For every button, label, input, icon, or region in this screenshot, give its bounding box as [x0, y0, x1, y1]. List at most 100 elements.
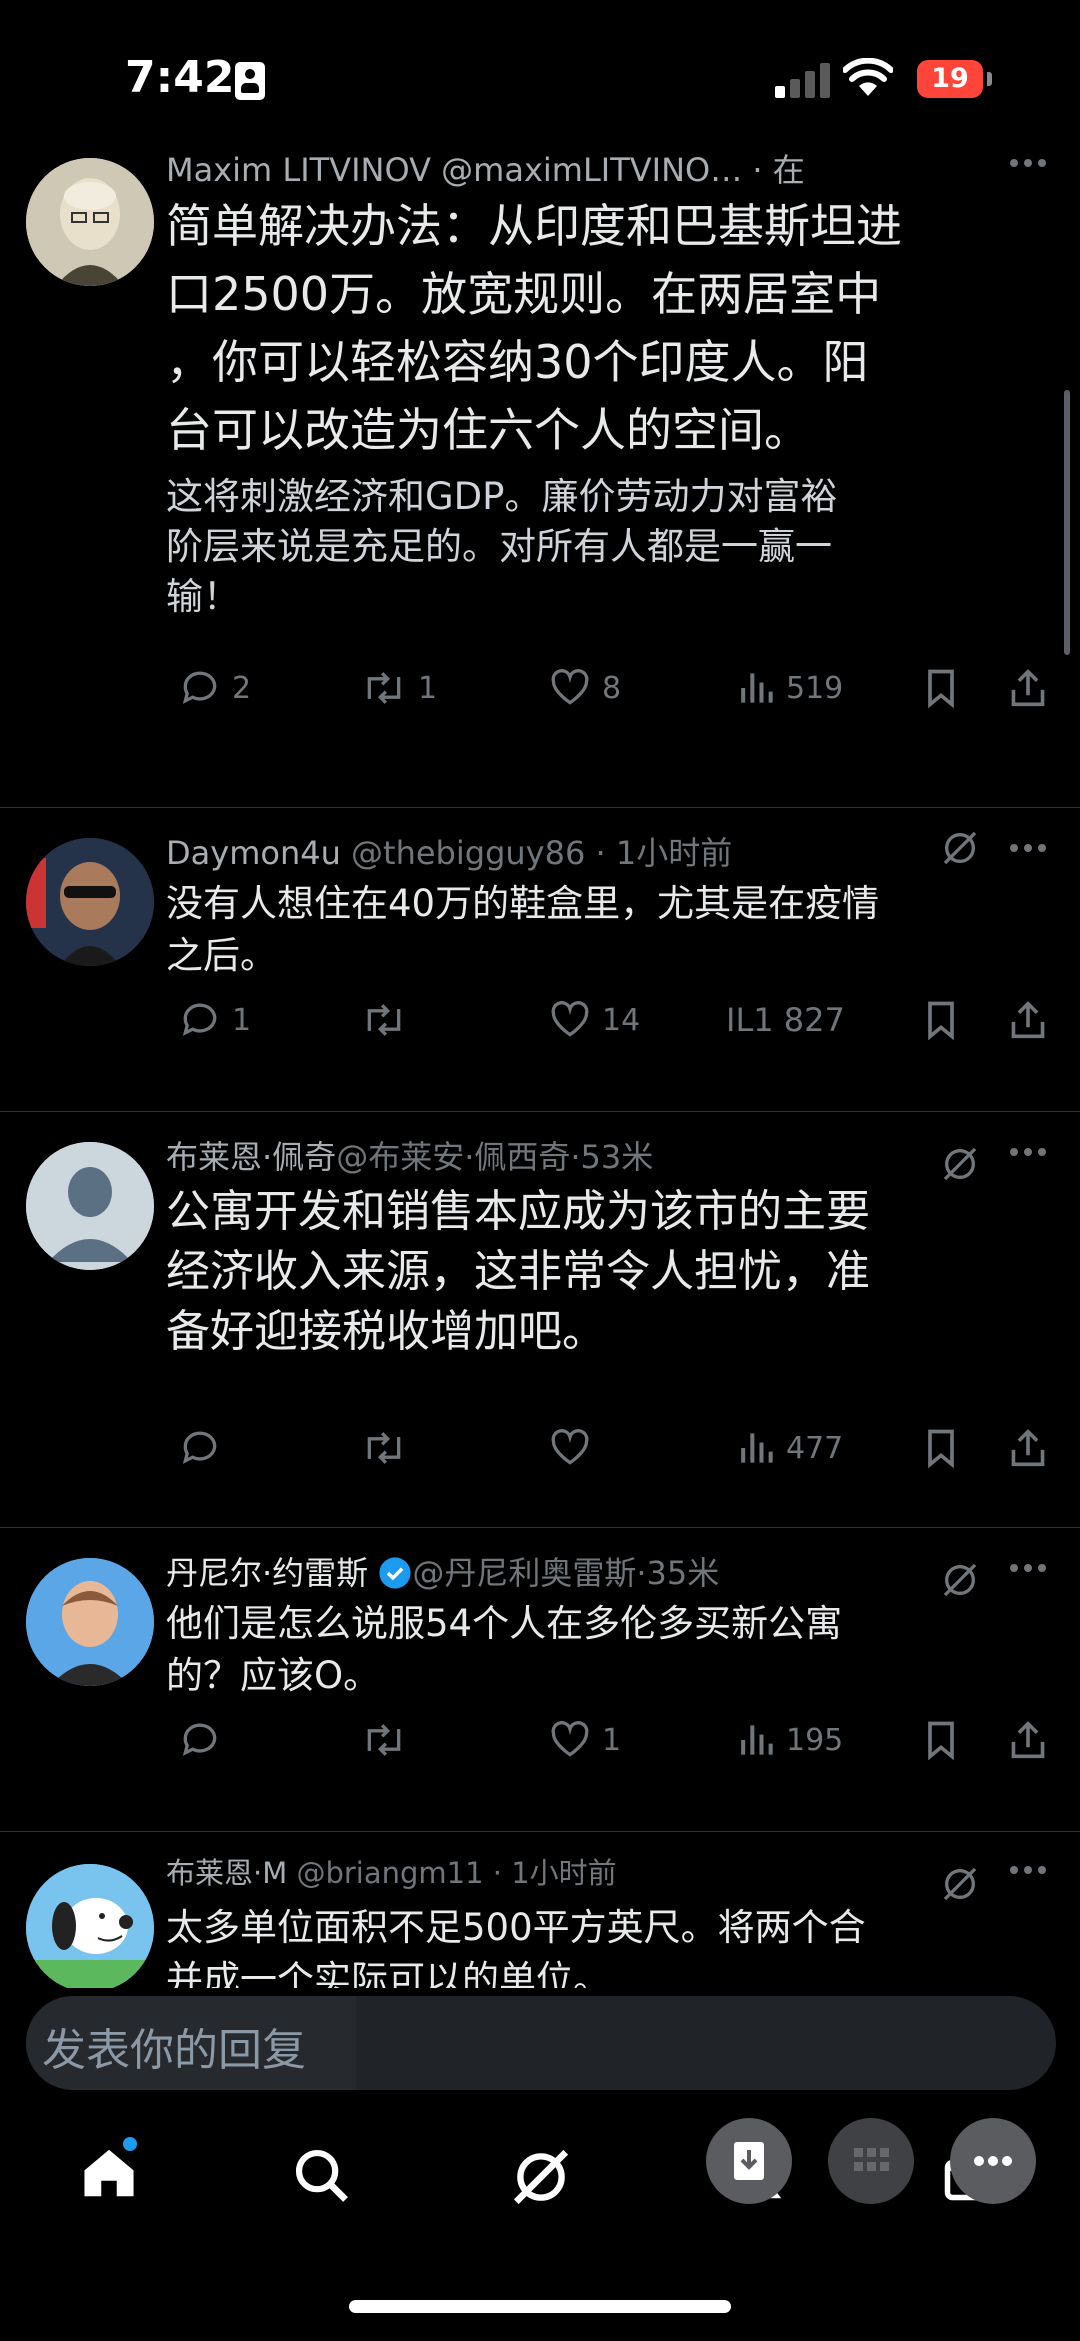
share-icon — [1011, 1001, 1045, 1039]
heart-icon — [551, 1001, 589, 1037]
repost-icon — [367, 1432, 401, 1464]
reply-placeholder: 发表你的回复 — [42, 2025, 306, 2076]
grok-icon[interactable] — [940, 1144, 980, 1184]
avatar[interactable] — [26, 158, 154, 286]
person-silhouette-icon — [26, 1142, 154, 1270]
snoopy-profile-image — [26, 1864, 154, 1988]
author-meta: @布莱安·佩西奇·53米 — [336, 1138, 654, 1176]
more-options-icon[interactable] — [1010, 153, 1050, 173]
more-options-icon[interactable] — [1010, 1558, 1050, 1578]
bookmark-icon — [928, 669, 954, 709]
share-button[interactable] — [1008, 990, 1048, 1050]
search-icon[interactable] — [290, 2144, 352, 2206]
like-button[interactable]: 1 — [548, 1710, 621, 1770]
verified-badge-icon — [379, 1557, 411, 1589]
views-icon — [741, 1725, 773, 1755]
author-meta: @thebigguy86 · 1小时前 — [351, 834, 733, 872]
reply-button[interactable]: 2 — [178, 658, 251, 718]
reply-button[interactable] — [178, 1710, 222, 1770]
share-button[interactable] — [1008, 1418, 1048, 1478]
post-text: 公寓开发和销售本应成为该市的主要 经济收入来源，这非常令人担忧，准 备好迎接税收… — [166, 1186, 870, 1357]
views-button[interactable]: IL1 827 — [726, 990, 845, 1050]
grid-menu-button[interactable] — [828, 2118, 914, 2204]
post-daymon4u[interactable]: Daymon4u @thebigguy86 · 1小时前 没有人想住在40万的鞋… — [0, 808, 1080, 1112]
more-options-icon[interactable] — [1010, 1142, 1050, 1162]
post-header: 布莱恩·M @briangm11 · 1小时前 — [166, 1850, 617, 1892]
wifi-icon — [843, 58, 893, 96]
heart-icon — [551, 1429, 589, 1465]
post-daniel[interactable]: 丹尼尔·约雷斯 @丹尼利奥雷斯·35米 他们是怎么说服54个人在多伦多买新公寓 … — [0, 1528, 1080, 1832]
more-options-icon[interactable] — [1010, 1860, 1050, 1880]
avatar[interactable] — [26, 1864, 154, 1988]
save-download-button[interactable] — [706, 2118, 792, 2204]
portrait-image — [26, 158, 154, 286]
post-header: Daymon4u @thebigguy86 · 1小时前 — [166, 828, 732, 874]
more-menu-button[interactable] — [950, 2118, 1036, 2204]
like-button[interactable] — [548, 1418, 592, 1478]
contact-card-icon — [235, 62, 265, 100]
post-actions: 477 — [0, 1418, 1080, 1478]
author-meta: @briangm11 · 1小时前 — [296, 1856, 617, 1890]
reply-icon — [182, 1723, 217, 1756]
author-name[interactable]: Daymon4u — [166, 834, 341, 872]
like-button[interactable]: 8 — [548, 658, 621, 718]
repost-icon — [367, 672, 401, 704]
views-button[interactable]: 477 — [736, 1418, 843, 1478]
repost-button[interactable]: 1 — [360, 658, 437, 718]
views-button[interactable]: 519 — [736, 658, 843, 718]
profile-photo — [26, 1558, 154, 1686]
bookmark-button[interactable] — [922, 658, 960, 718]
repost-icon — [367, 1724, 401, 1756]
post-actions: 1 14 IL1 827 — [0, 990, 1080, 1050]
ellipsis-icon — [974, 2156, 1012, 2166]
repost-button[interactable] — [360, 1418, 408, 1478]
views-icon — [741, 673, 773, 703]
more-options-icon[interactable] — [1010, 838, 1050, 858]
author-name[interactable]: 布莱恩·M — [166, 1856, 287, 1890]
share-icon — [1011, 669, 1045, 707]
notification-dot — [121, 2135, 139, 2153]
scrollbar[interactable] — [1064, 390, 1070, 655]
heart-icon — [551, 1721, 589, 1757]
views-button[interactable]: 195 — [736, 1710, 843, 1770]
grok-icon[interactable] — [508, 2144, 574, 2210]
post-text-large: 简单解决办法：从印度和巴基斯坦进 口2500万。放宽规则。在两居室中 ，你可以轻… — [166, 199, 902, 457]
reply-input[interactable]: 发表你的回复 — [26, 1996, 1056, 2090]
repost-icon — [367, 1004, 401, 1036]
post-text: 没有人想住在40万的鞋盒里，尤其是在疫情 之后。 — [166, 882, 880, 977]
bookmark-button[interactable] — [922, 990, 960, 1050]
reply-button[interactable] — [178, 1418, 222, 1478]
bookmark-icon — [928, 1429, 954, 1469]
status-bar: 7:42 19 — [0, 0, 1080, 160]
share-button[interactable] — [1008, 1710, 1048, 1770]
avatar[interactable] — [26, 838, 154, 966]
bookmark-button[interactable] — [922, 1710, 960, 1770]
author-meta: @丹尼利奥雷斯·35米 — [412, 1554, 720, 1592]
post-text-small: 这将刺激经济和GDP。廉价劳动力对富裕 阶层来说是充足的。对所有人都是一赢一 输… — [166, 475, 838, 618]
views-icon — [741, 1433, 773, 1463]
grok-icon[interactable] — [940, 1864, 980, 1904]
grok-icon[interactable] — [940, 1560, 980, 1600]
profile-photo — [26, 838, 154, 966]
default-avatar[interactable] — [26, 1142, 154, 1270]
heart-icon — [551, 669, 589, 705]
status-time: 7:42 — [125, 52, 235, 103]
post-brian-page[interactable]: 布莱恩·佩奇@布莱安·佩西奇·53米 公寓开发和销售本应成为该市的主要 经济收入… — [0, 1112, 1080, 1528]
repost-button[interactable] — [360, 1710, 408, 1770]
bookmark-button[interactable] — [922, 1418, 960, 1478]
author-name[interactable]: 布莱恩·佩奇 — [166, 1138, 336, 1176]
avatar[interactable] — [26, 1558, 154, 1686]
battery-indicator: 19 — [917, 60, 992, 98]
download-icon — [734, 2142, 764, 2180]
like-button[interactable]: 14 — [548, 990, 640, 1050]
reply-button[interactable]: 1 — [178, 990, 251, 1050]
reply-feed[interactable]: Maxim LITVINOV @maximLITVINO… · 在 简单解决办法… — [0, 150, 1080, 1988]
grok-icon[interactable] — [940, 828, 980, 868]
post-maxim[interactable]: Maxim LITVINOV @maximLITVINO… · 在 简单解决办法… — [0, 150, 1080, 808]
author-name[interactable]: 丹尼尔·约雷斯 — [166, 1554, 368, 1592]
share-icon — [1011, 1429, 1045, 1467]
share-button[interactable] — [1008, 658, 1048, 718]
post-text: 他们是怎么说服54个人在多伦多买新公寓 的？应该O。 — [166, 1602, 843, 1697]
repost-button[interactable] — [360, 990, 418, 1050]
post-brian-m[interactable]: 布莱恩·M @briangm11 · 1小时前 太多单位面积不足500平方英尺。… — [0, 1832, 1080, 1988]
